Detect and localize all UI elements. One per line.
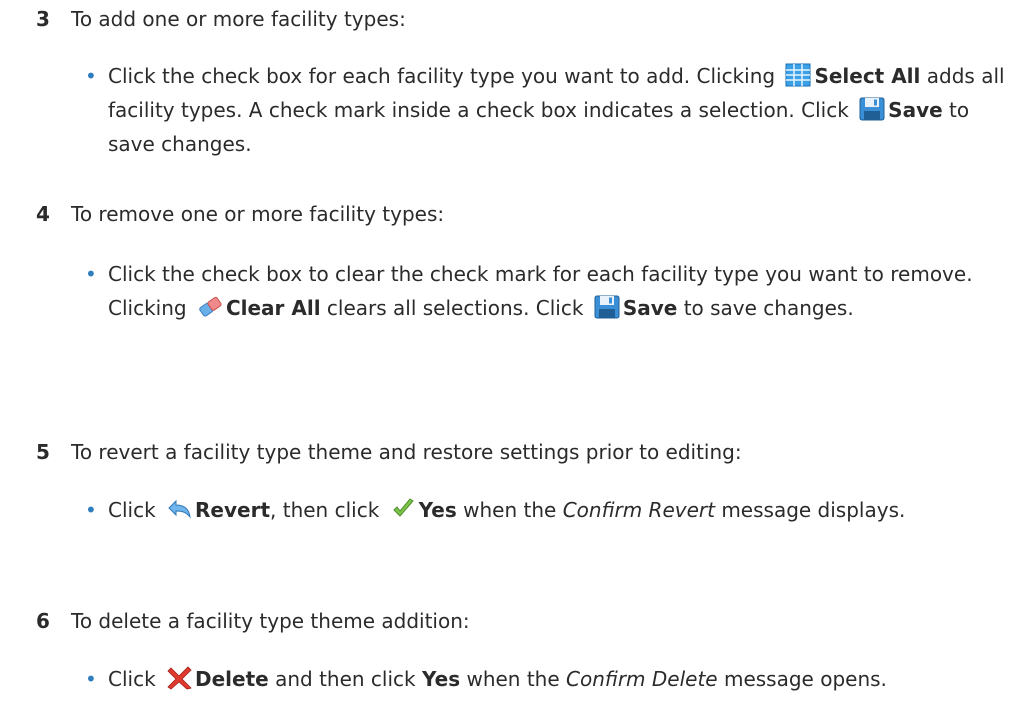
step-6-instruction: Click Delete and then click Yes when the… — [108, 662, 1018, 696]
select-all-label: Select All — [814, 64, 921, 88]
step-heading: To add one or more facility types: — [71, 7, 406, 31]
save-label: Save — [888, 98, 943, 122]
revert-icon — [166, 497, 192, 521]
instruction-text: Click the check box for each facility ty… — [108, 64, 776, 88]
instruction-text: when the — [463, 498, 557, 522]
yes-label: Yes — [421, 667, 461, 691]
instruction-text: clears all selections. Click — [326, 296, 584, 320]
step-number: 4 — [36, 202, 50, 226]
help-page: 3 To add one or more facility types: • C… — [0, 0, 1032, 704]
bullet-marker: • — [85, 262, 97, 286]
dialog-name: Confirm Revert — [562, 498, 715, 522]
bullet-marker: • — [85, 64, 97, 88]
clear-all-icon — [197, 295, 223, 319]
save-icon — [594, 295, 620, 319]
bullet-marker: • — [85, 498, 97, 522]
step-heading: To revert a facility type theme and rest… — [71, 440, 742, 464]
step-number: 5 — [36, 440, 50, 464]
step-3-instruction: Click the check box for each facility ty… — [108, 59, 1018, 161]
step-heading: To remove one or more facility types: — [71, 202, 445, 226]
select-all-icon — [785, 63, 811, 87]
step-number: 6 — [36, 609, 50, 633]
delete-label: Delete — [195, 667, 269, 691]
instruction-text: message displays. — [721, 498, 906, 522]
revert-label: Revert — [195, 498, 271, 522]
checkmark-icon — [390, 497, 416, 521]
instruction-text: to save changes. — [683, 296, 854, 320]
step-5-instruction: Click Revert, then click Yes when the Co… — [108, 493, 1018, 527]
instruction-text: when the — [466, 667, 560, 691]
instruction-text: Click — [108, 498, 156, 522]
clear-all-label: Clear All — [225, 296, 321, 320]
save-icon — [859, 97, 885, 121]
delete-icon — [166, 666, 192, 690]
step-number: 3 — [36, 7, 50, 31]
instruction-text: message opens. — [723, 667, 887, 691]
step-4-instruction: Click the check box to clear the check m… — [108, 257, 1018, 325]
dialog-name: Confirm Delete — [566, 667, 718, 691]
instruction-text: , then click — [270, 498, 380, 522]
instruction-text: Click — [108, 667, 156, 691]
instruction-text: and then click — [275, 667, 416, 691]
yes-label: Yes — [418, 498, 457, 522]
bullet-marker: • — [85, 667, 97, 691]
step-heading: To delete a facility type theme addition… — [71, 609, 470, 633]
save-label: Save — [622, 296, 678, 320]
